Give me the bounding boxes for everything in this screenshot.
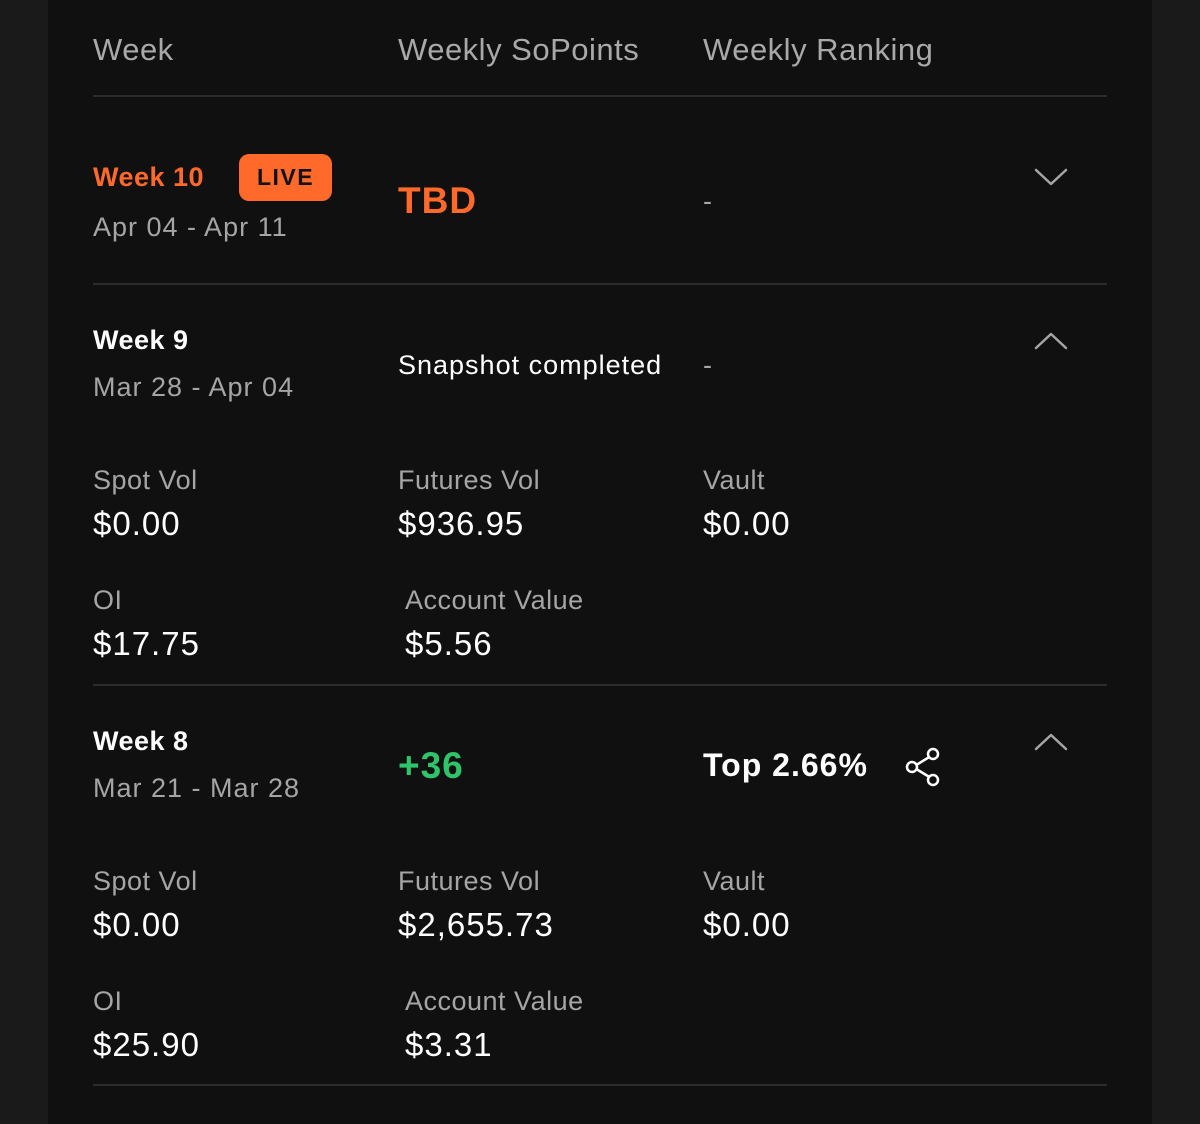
vault-label: Vault (703, 866, 766, 896)
chevron-down-icon[interactable] (1033, 166, 1069, 188)
account-value-label: Account Value (405, 585, 584, 615)
weekly-ranking-value: - (703, 350, 712, 380)
futures-vol-label: Futures Vol (398, 866, 541, 896)
vault-label: Vault (703, 465, 766, 495)
header-divider (93, 95, 1107, 97)
row-divider (93, 1084, 1107, 1086)
column-header-weekly-sopoints: Weekly SoPoints (398, 32, 640, 67)
oi-label: OI (93, 986, 123, 1016)
spot-vol-value: $0.00 (93, 505, 181, 542)
chevron-up-icon[interactable] (1033, 330, 1069, 352)
account-value-label: Account Value (405, 986, 584, 1016)
row-divider (93, 684, 1107, 686)
spot-vol-label: Spot Vol (93, 866, 198, 896)
snapshot-status: Snapshot completed (398, 350, 663, 380)
oi-value: $25.90 (93, 1026, 200, 1063)
week-title: Week 10 (93, 162, 205, 192)
week-title: Week 9 (93, 325, 189, 355)
column-header-week: Week (93, 32, 174, 67)
futures-vol-value: $2,655.73 (398, 906, 554, 943)
oi-label: OI (93, 585, 123, 615)
spot-vol-label: Spot Vol (93, 465, 198, 495)
vault-value: $0.00 (703, 505, 791, 542)
vault-value: $0.00 (703, 906, 791, 943)
live-badge: LIVE (239, 154, 332, 201)
week-date-range: Mar 28 - Apr 04 (93, 372, 295, 402)
share-icon[interactable] (904, 746, 942, 788)
week-date-range: Mar 21 - Mar 28 (93, 773, 301, 803)
weekly-sopoints-value: +36 (398, 745, 464, 786)
weekly-points-panel: Week Weekly SoPoints Weekly Ranking Week… (48, 0, 1152, 1124)
weekly-ranking-value: - (703, 186, 712, 216)
futures-vol-value: $936.95 (398, 505, 525, 542)
week-title: Week 8 (93, 726, 189, 756)
futures-vol-label: Futures Vol (398, 465, 541, 495)
spot-vol-value: $0.00 (93, 906, 181, 943)
week-date-range: Apr 04 - Apr 11 (93, 212, 288, 242)
row-divider (93, 283, 1107, 285)
column-header-weekly-ranking: Weekly Ranking (703, 32, 934, 67)
account-value-value: $3.31 (405, 1026, 493, 1063)
oi-value: $17.75 (93, 625, 200, 662)
chevron-up-icon[interactable] (1033, 731, 1069, 753)
weekly-ranking-value: Top 2.66% (703, 747, 868, 783)
account-value-value: $5.56 (405, 625, 493, 662)
weekly-sopoints-value: TBD (398, 180, 478, 221)
